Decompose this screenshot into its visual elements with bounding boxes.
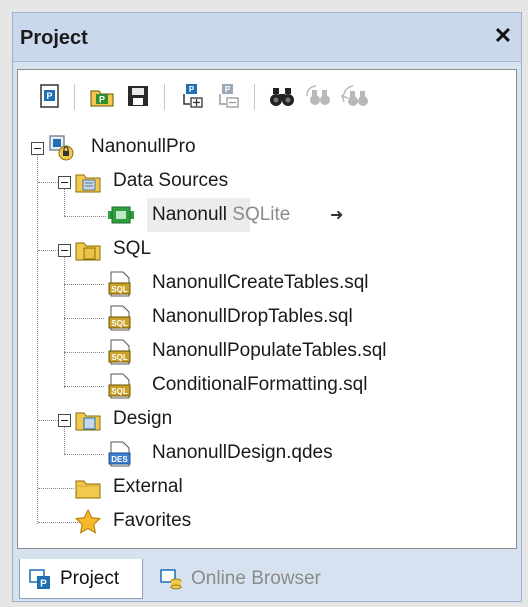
tree-node-sql-file[interactable]: NanonullCreateTables.sql — [152, 272, 369, 294]
tree-line — [64, 318, 104, 319]
title-bar: Project ✕ — [13, 13, 521, 62]
tree-node-sql-file[interactable]: NanonullDropTables.sql — [152, 306, 353, 328]
tree-node-root[interactable]: NanonullPro — [91, 136, 196, 158]
collapse-design-toggle[interactable] — [58, 414, 71, 427]
collapse-root-toggle[interactable] — [31, 142, 44, 155]
tab-project[interactable]: P Project — [19, 559, 143, 599]
tree-node-sql-file[interactable]: ConditionalFormatting.sql — [152, 374, 367, 396]
window-title: Project — [20, 27, 88, 49]
svg-text:SQL: SQL — [111, 353, 128, 362]
tree-line — [38, 250, 58, 251]
svg-text:SQL: SQL — [111, 319, 128, 328]
sql-file-icon: SQL — [106, 304, 132, 331]
project-panel: P P P P NanonullPro Data Sources Nanonul… — [17, 69, 517, 549]
tree-line — [38, 182, 58, 183]
tree-line — [38, 488, 74, 489]
project-tree: NanonullPro Data Sources Nanonull SQLite… — [18, 70, 516, 548]
tab-label: Online Browser — [191, 568, 321, 589]
connection-type: SQLite — [232, 204, 291, 225]
tree-node-favorites[interactable]: Favorites — [113, 510, 191, 532]
tree-line — [64, 256, 65, 388]
data-sources-folder-icon — [74, 168, 101, 194]
active-connection-arrow-icon: ➜ — [330, 207, 344, 224]
collapse-sql-toggle[interactable] — [58, 244, 71, 257]
tree-line — [64, 454, 104, 455]
sql-file-icon: SQL — [106, 270, 132, 297]
tree-line — [64, 352, 104, 353]
sql-file-icon: SQL — [106, 338, 132, 365]
tree-line — [64, 426, 65, 454]
design-folder-icon — [74, 406, 101, 432]
svg-text:SQL: SQL — [111, 387, 128, 396]
svg-text:DES: DES — [111, 455, 128, 464]
panel-tabs: P Project Online Browser — [13, 553, 521, 601]
project-root-icon — [48, 134, 74, 161]
tab-online-browser[interactable]: Online Browser — [151, 559, 371, 599]
project-tab-icon: P — [28, 566, 54, 592]
tree-line — [64, 216, 106, 217]
tab-label: Project — [60, 568, 120, 589]
tree-node-data-sources[interactable]: Data Sources — [113, 170, 228, 192]
tree-line — [64, 188, 65, 216]
tree-node-external[interactable]: External — [113, 476, 183, 498]
tree-node-design[interactable]: Design — [113, 408, 172, 430]
external-folder-icon — [74, 474, 101, 500]
close-button[interactable]: ✕ — [491, 25, 515, 49]
tree-line — [37, 154, 38, 524]
tree-line — [64, 284, 104, 285]
tree-node-design-file[interactable]: NanonullDesign.qdes — [152, 442, 333, 464]
online-browser-tab-icon — [159, 566, 185, 592]
sql-file-icon: SQL — [106, 372, 132, 399]
svg-text:P: P — [40, 579, 47, 590]
connection-name: Nanonull — [152, 204, 227, 225]
connection-icon — [107, 202, 134, 228]
collapse-data-sources-toggle[interactable] — [58, 176, 71, 189]
star-icon — [74, 508, 102, 534]
sql-folder-icon — [74, 236, 101, 262]
design-file-icon: DES — [106, 440, 132, 467]
svg-text:SQL: SQL — [111, 285, 128, 294]
tree-line — [38, 420, 58, 421]
tree-node-sql[interactable]: SQL — [113, 238, 151, 260]
tree-node-sql-file[interactable]: NanonullPopulateTables.sql — [152, 340, 387, 362]
tree-line — [64, 386, 104, 387]
tree-node-connection[interactable]: Nanonull SQLite — [152, 204, 290, 226]
project-window: Project ✕ P P P P NanonullPro Data Sourc… — [12, 12, 522, 602]
